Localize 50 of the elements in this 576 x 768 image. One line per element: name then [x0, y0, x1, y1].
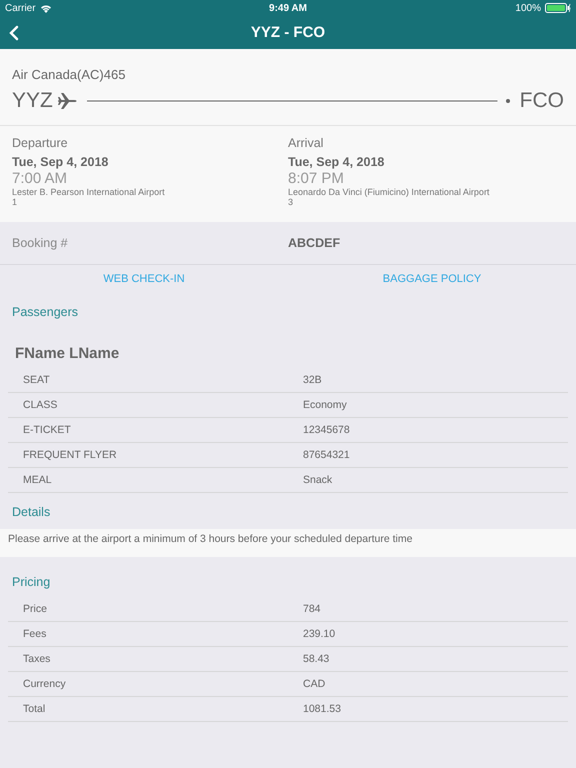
leg-date: Tue, Sep 4, 2018 [288, 155, 386, 169]
passenger-name: FName LName [14, 344, 120, 364]
route-endpoint-dot [506, 99, 510, 103]
section-heading: Details [11, 504, 52, 521]
wifi-icon [40, 4, 52, 12]
airport-name: Leonardo Da Vinci (Fiumicino) International Airport [288, 187, 490, 197]
airline-label: Air Canada(AC)465 [12, 67, 126, 82]
terminal-number: 3 [288, 197, 294, 207]
leg-time: 7:00 AM [12, 170, 68, 187]
row-value: Economy [303, 399, 347, 411]
destination-code: FCO [520, 89, 564, 113]
row-label: MEAL [23, 474, 53, 486]
section-heading: Pricing [11, 574, 52, 591]
row-label: Currency [23, 678, 67, 690]
nav-title: YYZ - FCO [250, 24, 326, 41]
row-label: SEAT [23, 374, 51, 386]
battery-label: 100% [515, 2, 541, 14]
leg-time: 8:07 PM [288, 170, 345, 187]
section-heading: Passengers [11, 304, 80, 321]
carrier-label: Carrier [5, 2, 36, 14]
booking-number: ABCDEF [288, 236, 340, 250]
battery-icon [545, 3, 571, 13]
origin-code: YYZ [12, 89, 53, 113]
row-label: Total [23, 703, 46, 715]
airplane-icon [56, 92, 77, 110]
leg-label: Departure [12, 136, 69, 150]
row-value: 784 [303, 603, 321, 615]
row-value: 58.43 [303, 653, 330, 665]
leg-date: Tue, Sep 4, 2018 [12, 155, 110, 169]
terminal-number: 1 [12, 197, 18, 207]
row-label: Taxes [23, 653, 52, 665]
row-label: FREQUENT FLYER [23, 449, 118, 461]
row-value: CAD [303, 678, 326, 690]
row-value: 12345678 [303, 424, 350, 436]
details-text: Please arrive at the airport a minimum of 3 hours before your scheduled departure time [0, 529, 576, 557]
row-value: 32B [303, 374, 322, 386]
booking-label: Booking # [12, 236, 69, 250]
row-label: E-TICKET [23, 424, 72, 436]
row-value: 87654321 [303, 449, 350, 461]
action-link[interactable]: BAGGAGE POLICY [380, 271, 484, 287]
row-value: 239.10 [303, 628, 336, 640]
airport-name: Lester B. Pearson International Airport [12, 187, 166, 197]
action-link[interactable]: WEB CHECK-IN [101, 271, 187, 287]
status-time: 9:49 AM [269, 2, 307, 14]
row-value: Snack [303, 474, 332, 486]
row-label: Fees [23, 628, 48, 640]
row-label: CLASS [23, 399, 58, 411]
leg-label: Arrival [288, 136, 324, 150]
row-value: 1081.53 [303, 703, 341, 715]
row-label: Price [23, 603, 48, 615]
